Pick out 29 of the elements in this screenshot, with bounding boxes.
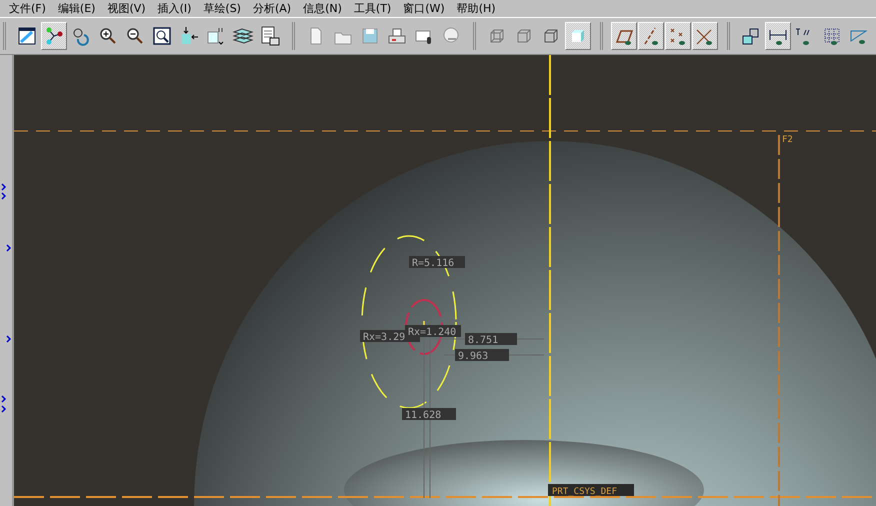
menu-item[interactable]: 信息(N) (298, 1, 347, 16)
menu-item[interactable]: 视图(V) (102, 1, 151, 16)
csys-label: PRT_CSYS_DEF (552, 487, 618, 497)
menu-item[interactable]: 编辑(E) (52, 1, 100, 16)
toolbar-button[interactable] (638, 22, 664, 50)
sheet-camera-icon (259, 25, 281, 47)
toolbar-button[interactable] (692, 22, 718, 50)
dimension-label: Rx=3.29 (363, 332, 406, 343)
menu-item[interactable]: 分析(A) (248, 1, 296, 16)
dimension-label: 11.628 (405, 410, 442, 421)
chevron-icon[interactable] (6, 244, 12, 252)
dimension-label: R=5.116 (412, 258, 454, 269)
window-icon (16, 25, 38, 47)
menu-item[interactable]: 工具(T) (348, 1, 396, 16)
dimension-label: Rx=1.240 (408, 327, 456, 338)
datum-label: F2 (782, 135, 793, 145)
menu-item[interactable]: 帮助(H) (452, 1, 501, 16)
toolbar-button[interactable] (665, 22, 691, 50)
zoom-fit-icon (151, 25, 173, 47)
toolbar-button[interactable] (611, 22, 637, 50)
menu-item[interactable]: 窗口(W) (398, 1, 450, 16)
menu-item[interactable]: 草绘(S) (198, 1, 246, 16)
dimension-label: 9.963 (458, 351, 488, 362)
chevron-icon[interactable] (6, 335, 12, 343)
toolbar-button[interactable] (765, 22, 791, 50)
menu-item[interactable]: 文件(F) (4, 1, 51, 16)
dimension-label: 8.751 (468, 335, 498, 346)
toolbar-button[interactable] (41, 22, 67, 50)
menu-item[interactable]: 插入(I) (152, 1, 196, 16)
